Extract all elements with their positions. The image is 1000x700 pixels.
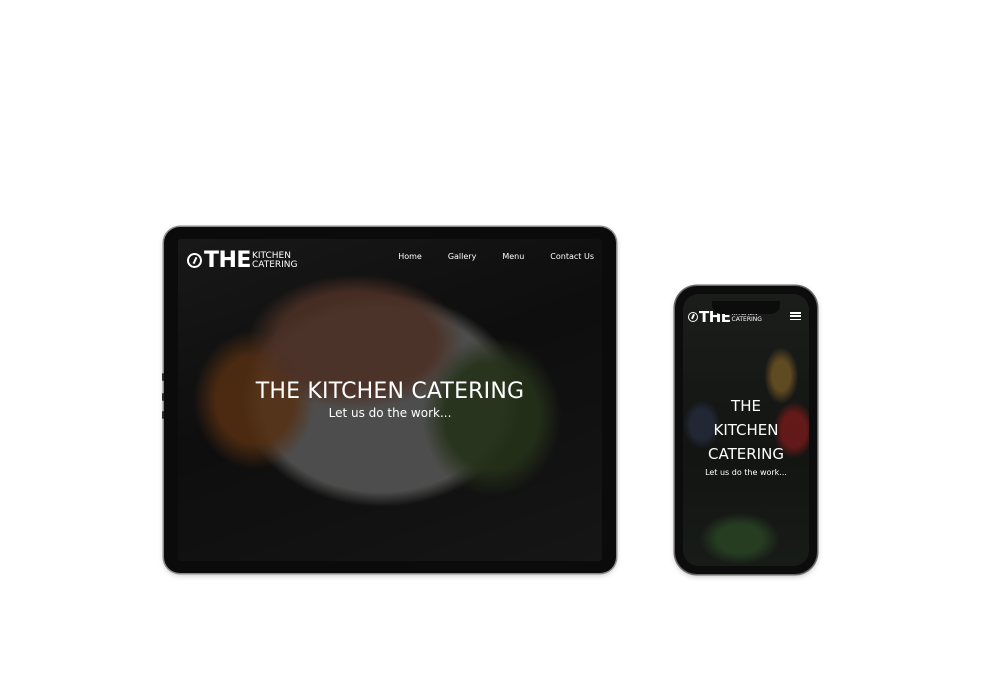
hamburger-menu-icon[interactable] [790, 312, 801, 320]
hero-title: THE KITCHEN CATERING [701, 394, 791, 466]
phone-notch [712, 301, 780, 314]
site-logo[interactable]: THE KITCHEN CATERING [187, 248, 298, 273]
phone-device: THE KITCHEN CATERING THE KITCHEN CATERIN… [675, 286, 817, 574]
nav-link-contact[interactable]: Contact Us [550, 252, 594, 261]
logo-catering: CATERING [251, 259, 298, 270]
hero-title-line: CATERING [708, 445, 784, 463]
tablet-side-button [162, 393, 164, 401]
tablet-side-button [162, 411, 164, 419]
chef-hat-icon [688, 312, 698, 322]
hero-title-line: THE [731, 397, 761, 415]
nav-link-gallery[interactable]: Gallery [448, 252, 477, 261]
hero-subtitle: Let us do the work... [705, 468, 787, 477]
nav-links: Home Gallery Menu Contact Us [398, 252, 594, 261]
tablet-screen: THE KITCHEN CATERING Home Gallery Menu C… [178, 239, 602, 561]
logo-the: THE [204, 248, 251, 273]
hero-title: THE KITCHEN CATERING [255, 379, 525, 404]
nav-link-home[interactable]: Home [398, 252, 422, 261]
logo-words: KITCHEN CATERING [251, 251, 298, 270]
logo-catering: CATERING [731, 316, 762, 323]
hero: THE KITCHEN CATERING Let us do the work.… [178, 379, 602, 420]
hero-title-line: KITCHEN [713, 421, 779, 439]
navbar: THE KITCHEN CATERING Home Gallery Menu C… [178, 239, 602, 279]
tablet-device: THE KITCHEN CATERING Home Gallery Menu C… [162, 227, 616, 573]
nav-link-menu[interactable]: Menu [502, 252, 524, 261]
chef-hat-icon [187, 253, 202, 268]
hero-subtitle: Let us do the work... [328, 406, 452, 420]
hero: THE KITCHEN CATERING Let us do the work.… [683, 394, 809, 477]
tablet-side-button [162, 373, 164, 381]
phone-screen: THE KITCHEN CATERING THE KITCHEN CATERIN… [683, 294, 809, 566]
